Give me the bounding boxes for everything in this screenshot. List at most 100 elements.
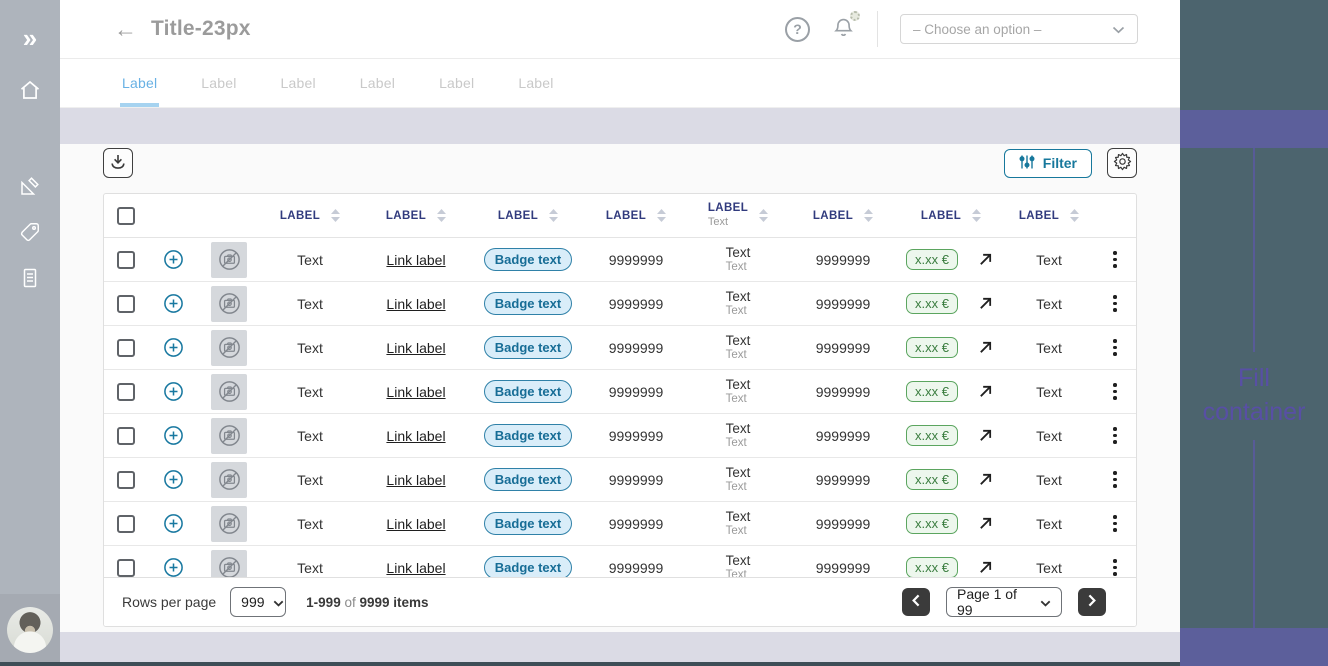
select-all-checkbox[interactable] bbox=[117, 207, 135, 225]
image-placeholder bbox=[211, 374, 247, 410]
previous-page-button[interactable] bbox=[902, 588, 930, 616]
cell-link[interactable]: Link label bbox=[360, 296, 472, 312]
row-checkbox[interactable] bbox=[117, 383, 135, 401]
external-link-arrow-icon[interactable] bbox=[978, 560, 993, 575]
cell-link[interactable]: Link label bbox=[360, 252, 472, 268]
next-page-button[interactable] bbox=[1078, 588, 1106, 616]
tab-5[interactable]: Label bbox=[439, 59, 474, 107]
add-circle-icon[interactable] bbox=[163, 249, 184, 270]
add-circle-icon[interactable] bbox=[163, 513, 184, 534]
header-option-select[interactable]: – Choose an option – bbox=[900, 14, 1138, 44]
sort-icon[interactable] bbox=[657, 209, 666, 222]
cell-text: Text bbox=[260, 296, 360, 312]
column-label: LABEL bbox=[1019, 210, 1059, 222]
data-table: LABEL LABEL LABEL LABEL bbox=[103, 193, 1137, 627]
row-menu-kebab-icon[interactable] bbox=[1109, 555, 1121, 577]
row-menu-kebab-icon[interactable] bbox=[1109, 423, 1121, 448]
sort-icon[interactable] bbox=[972, 209, 981, 222]
row-checkbox[interactable] bbox=[117, 515, 135, 533]
table-settings-button[interactable] bbox=[1107, 148, 1137, 178]
sidebar-item-design[interactable] bbox=[0, 168, 60, 208]
filter-button[interactable]: Filter bbox=[1004, 149, 1092, 178]
external-link-arrow-icon[interactable] bbox=[978, 428, 993, 443]
back-arrow-icon[interactable]: ← bbox=[114, 18, 137, 41]
notifications-button[interactable] bbox=[832, 15, 855, 44]
status-badge: Badge text bbox=[484, 292, 572, 315]
price-badge: x.xx € bbox=[906, 425, 958, 446]
external-link-arrow-icon[interactable] bbox=[978, 296, 993, 311]
cell-text-secondary: Text bbox=[726, 393, 747, 407]
row-menu-kebab-icon[interactable] bbox=[1109, 247, 1121, 272]
sidebar-footer bbox=[0, 594, 60, 666]
external-link-arrow-icon[interactable] bbox=[978, 340, 993, 355]
cell-link[interactable]: Link label bbox=[360, 560, 472, 576]
row-checkbox[interactable] bbox=[117, 471, 135, 489]
rows-per-page-select[interactable]: 999 bbox=[230, 587, 286, 617]
external-link-arrow-icon[interactable] bbox=[978, 516, 993, 531]
external-link-arrow-icon[interactable] bbox=[978, 252, 993, 267]
sidebar-item-tags[interactable] bbox=[0, 214, 60, 254]
cell-text: Text bbox=[1004, 516, 1094, 532]
sidebar-item-home[interactable] bbox=[0, 72, 60, 112]
sort-icon[interactable] bbox=[549, 209, 558, 222]
row-checkbox[interactable] bbox=[117, 295, 135, 313]
cell-text-secondary: Text bbox=[726, 481, 747, 495]
column-header-2: LABEL bbox=[360, 209, 472, 222]
status-badge: Badge text bbox=[484, 556, 572, 577]
row-checkbox[interactable] bbox=[117, 559, 135, 577]
cell-link[interactable]: Link label bbox=[360, 516, 472, 532]
add-circle-icon[interactable] bbox=[163, 469, 184, 490]
cell-text-primary: Text bbox=[726, 333, 751, 349]
add-circle-icon[interactable] bbox=[163, 293, 184, 314]
tab-3[interactable]: Label bbox=[281, 59, 316, 107]
cell-text: Text bbox=[1004, 296, 1094, 312]
add-circle-icon[interactable] bbox=[163, 425, 184, 446]
document-icon bbox=[20, 267, 40, 294]
tab-2[interactable]: Label bbox=[201, 59, 236, 107]
add-circle-icon[interactable] bbox=[163, 557, 184, 577]
cell-text: Text bbox=[1004, 340, 1094, 356]
cell-text-primary: Text bbox=[726, 245, 751, 261]
table-row: Text Link label Badge text 9999999 Text … bbox=[104, 458, 1136, 502]
download-button[interactable] bbox=[103, 148, 133, 178]
row-checkbox[interactable] bbox=[117, 339, 135, 357]
sort-icon[interactable] bbox=[759, 209, 768, 222]
cell-number: 9999999 bbox=[788, 560, 898, 576]
add-circle-icon[interactable] bbox=[163, 381, 184, 402]
sort-icon[interactable] bbox=[1070, 209, 1079, 222]
user-avatar[interactable] bbox=[7, 607, 53, 653]
external-link-arrow-icon[interactable] bbox=[978, 384, 993, 399]
row-menu-kebab-icon[interactable] bbox=[1109, 291, 1121, 316]
cell-link[interactable]: Link label bbox=[360, 472, 472, 488]
tab-6[interactable]: Label bbox=[518, 59, 553, 107]
sidebar-item-documents[interactable] bbox=[0, 260, 60, 300]
cell-text: Text bbox=[260, 472, 360, 488]
row-menu-kebab-icon[interactable] bbox=[1109, 379, 1121, 404]
row-checkbox[interactable] bbox=[117, 427, 135, 445]
home-icon bbox=[18, 78, 42, 107]
cell-link[interactable]: Link label bbox=[360, 340, 472, 356]
row-menu-kebab-icon[interactable] bbox=[1109, 335, 1121, 360]
purple-band-bottom bbox=[1180, 628, 1328, 666]
cell-link[interactable]: Link label bbox=[360, 384, 472, 400]
sort-icon[interactable] bbox=[437, 209, 446, 222]
sort-icon[interactable] bbox=[331, 209, 340, 222]
add-circle-icon[interactable] bbox=[163, 337, 184, 358]
cell-link[interactable]: Link label bbox=[360, 428, 472, 444]
status-badge: Badge text bbox=[484, 248, 572, 271]
toolbar-right-group: Filter bbox=[1004, 148, 1137, 178]
range-of: of bbox=[344, 595, 355, 610]
sidebar-collapse-button[interactable]: » bbox=[0, 18, 60, 58]
tab-4[interactable]: Label bbox=[360, 59, 395, 107]
row-menu-kebab-icon[interactable] bbox=[1109, 511, 1121, 536]
help-icon[interactable]: ? bbox=[785, 17, 810, 42]
external-link-arrow-icon[interactable] bbox=[978, 472, 993, 487]
row-menu-kebab-icon[interactable] bbox=[1109, 467, 1121, 492]
cell-text-primary: Text bbox=[726, 465, 751, 481]
column-label: LABEL bbox=[606, 210, 646, 222]
page-select[interactable]: Page 1 of 99 bbox=[946, 587, 1062, 617]
tab-1[interactable]: Label bbox=[122, 59, 157, 107]
row-checkbox[interactable] bbox=[117, 251, 135, 269]
sort-icon[interactable] bbox=[864, 209, 873, 222]
column-header-3: LABEL bbox=[472, 209, 584, 222]
